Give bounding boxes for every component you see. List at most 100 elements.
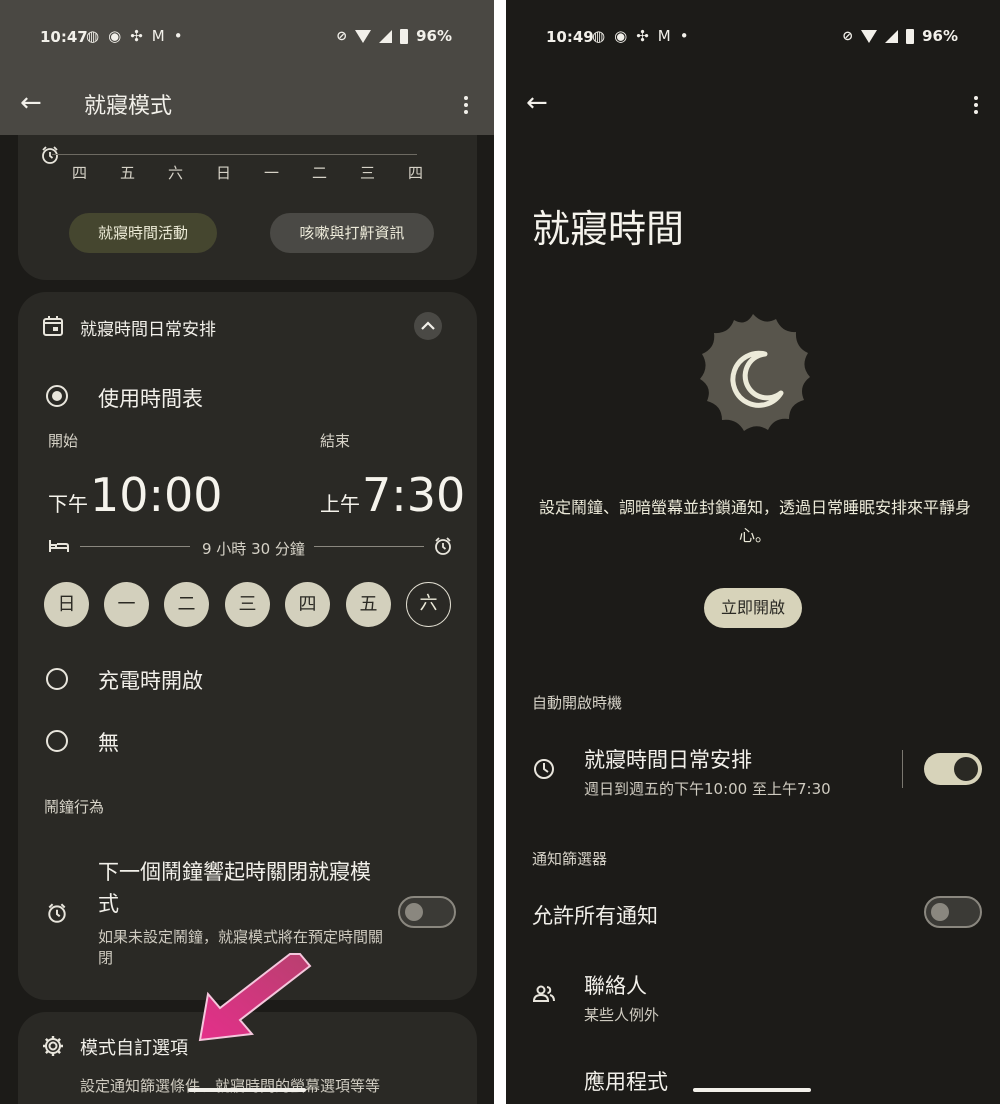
- bedtime-activity-button[interactable]: 就寢時間活動: [69, 213, 217, 253]
- duration-line-right: [314, 546, 424, 547]
- top-app-bar: 10:49 ◍ ◉ ✣ M • ⊘ 96% ←: [506, 0, 1000, 135]
- more-options-icon[interactable]: [464, 96, 470, 117]
- home-indicator[interactable]: [693, 1088, 811, 1092]
- routine-toggle[interactable]: [924, 753, 982, 785]
- left-screen: 四 五 六 日 一 二 三 四 就寢時間活動 咳嗽與打鼾資訊 就寢時間日常安排 …: [0, 0, 494, 1104]
- signal-icon: [885, 29, 899, 43]
- day-chip-sun[interactable]: 日: [44, 582, 89, 627]
- battery-icon: [906, 28, 915, 44]
- system-icons: ⊘ 96%: [336, 27, 452, 45]
- week-day-label: 六: [168, 164, 184, 182]
- allow-all-label: 允許所有通知: [532, 904, 658, 928]
- annotation-arrow: [198, 953, 312, 1042]
- status-bar: 10:47 ◍ ◉ ✣ M • ⊘ 96%: [0, 0, 494, 72]
- customize-title: 模式自訂選項: [80, 1038, 188, 1059]
- wifi-icon: [355, 29, 372, 43]
- chevron-up-icon: [421, 321, 435, 330]
- contacts-title[interactable]: 聯絡人: [584, 970, 647, 1000]
- alarm-off-title: 下一個鬧鐘響起時關閉就寢模式: [98, 860, 371, 916]
- vibrate-off-icon: ⊘: [842, 28, 854, 44]
- dot-icon: •: [679, 27, 689, 45]
- none-radio[interactable]: [46, 730, 68, 752]
- bedtime-description: 設定鬧鐘、調暗螢幕並封鎖通知，透過日常睡眠安排來平靜身心。: [538, 498, 971, 545]
- status-bar: 10:49 ◍ ◉ ✣ M • ⊘ 96%: [506, 0, 1000, 72]
- schedule-radio[interactable]: [46, 385, 68, 407]
- alarm-off-toggle[interactable]: [398, 896, 456, 928]
- bed-icon: [49, 540, 69, 552]
- day-chip-sat[interactable]: 六: [406, 582, 451, 627]
- alarm-clock-icon: [42, 146, 58, 164]
- day-chip-tue[interactable]: 二: [164, 582, 209, 627]
- moon-badge-icon: [700, 314, 810, 431]
- chat-icon: ◉: [614, 27, 628, 45]
- customize-desc: 設定通知篩選條件、就寢時間的螢幕選項等等: [80, 1077, 381, 1095]
- alarm-section-header: 鬧鐘行為: [44, 798, 105, 816]
- dot-icon: •: [173, 27, 183, 45]
- cough-snore-button[interactable]: 咳嗽與打鼾資訊: [270, 213, 434, 253]
- vibrate-off-icon: ⊘: [336, 28, 348, 44]
- day-chip-wed[interactable]: 三: [225, 582, 270, 627]
- allow-all-toggle[interactable]: [924, 896, 982, 928]
- gmail-icon: M: [151, 27, 165, 45]
- end-time[interactable]: 上午7:30: [320, 468, 465, 522]
- row-divider: [902, 750, 903, 788]
- signal-icon: [379, 29, 393, 43]
- routine-title[interactable]: 就寢時間日常安排: [584, 744, 752, 774]
- day-chip-fri[interactable]: 五: [346, 582, 391, 627]
- day-chip-thu[interactable]: 四: [285, 582, 330, 627]
- wifi-icon: [861, 29, 878, 43]
- duration-label: 9 小時 30 分鐘: [202, 540, 305, 558]
- week-day-label: 三: [360, 164, 376, 182]
- clock-icon: [534, 759, 554, 779]
- messenger-icon: ◍: [592, 27, 606, 45]
- alarm-clock-icon: [48, 903, 66, 923]
- start-label: 開始: [48, 432, 79, 450]
- home-indicator[interactable]: [188, 1088, 306, 1092]
- calendar-icon: [43, 316, 63, 336]
- day-chip-mon[interactable]: 一: [104, 582, 149, 627]
- charging-option-label: 充電時開啟: [98, 669, 203, 693]
- people-icon: [532, 985, 555, 1002]
- end-time-value: 7:30: [362, 468, 466, 522]
- more-options-icon[interactable]: [974, 96, 980, 117]
- battery-percent: 96%: [416, 27, 452, 45]
- week-day-label: 二: [312, 164, 328, 182]
- status-time: 10:47: [40, 28, 88, 46]
- contacts-subtitle: 某些人例外: [584, 1006, 660, 1024]
- page-title: 就寢時間: [532, 207, 685, 251]
- notification-icons: ◍ ◉ ✣ M •: [86, 27, 183, 45]
- start-time[interactable]: 下午10:00: [48, 468, 223, 522]
- week-day-label: 四: [408, 164, 424, 182]
- week-day-label: 四: [72, 164, 88, 182]
- schedule-card-title: 就寢時間日常安排: [80, 320, 216, 340]
- back-arrow-icon[interactable]: ←: [526, 88, 548, 118]
- week-day-label: 日: [216, 164, 232, 182]
- charging-radio[interactable]: [46, 668, 68, 690]
- end-label: 結束: [320, 432, 351, 450]
- back-arrow-icon[interactable]: ←: [20, 88, 42, 118]
- auto-section-header: 自動開啟時機: [532, 694, 623, 712]
- collapse-button[interactable]: [414, 312, 442, 340]
- week-axis-line: [52, 154, 417, 155]
- filter-section-header: 通知篩選器: [532, 850, 608, 868]
- pinwheel-icon: ✣: [636, 27, 649, 45]
- duration-line-left: [80, 546, 190, 547]
- chat-icon: ◉: [108, 27, 122, 45]
- routine-subtitle: 週日到週五的下午10:00 至上午7:30: [584, 780, 831, 798]
- gear-icon: [43, 1036, 63, 1056]
- system-icons: ⊘ 96%: [842, 27, 958, 45]
- start-time-value: 10:00: [90, 468, 223, 522]
- start-now-button[interactable]: 立即開啟: [704, 588, 802, 628]
- messenger-icon: ◍: [86, 27, 100, 45]
- top-app-bar: 10:47 ◍ ◉ ✣ M • ⊘ 96% ← 就寢模式: [0, 0, 494, 135]
- end-ampm: 上午: [320, 492, 360, 516]
- gmail-icon: M: [657, 27, 671, 45]
- week-day-label: 一: [264, 164, 280, 182]
- status-time: 10:49: [546, 28, 594, 46]
- pinwheel-icon: ✣: [130, 27, 143, 45]
- battery-percent: 96%: [922, 27, 958, 45]
- apps-title[interactable]: 應用程式: [584, 1066, 668, 1096]
- right-screen: 10:49 ◍ ◉ ✣ M • ⊘ 96% ← 就寢時間 設定鬧鐘、調暗螢幕並封…: [506, 0, 1000, 1104]
- week-day-label: 五: [120, 164, 136, 182]
- notification-icons: ◍ ◉ ✣ M •: [592, 27, 689, 45]
